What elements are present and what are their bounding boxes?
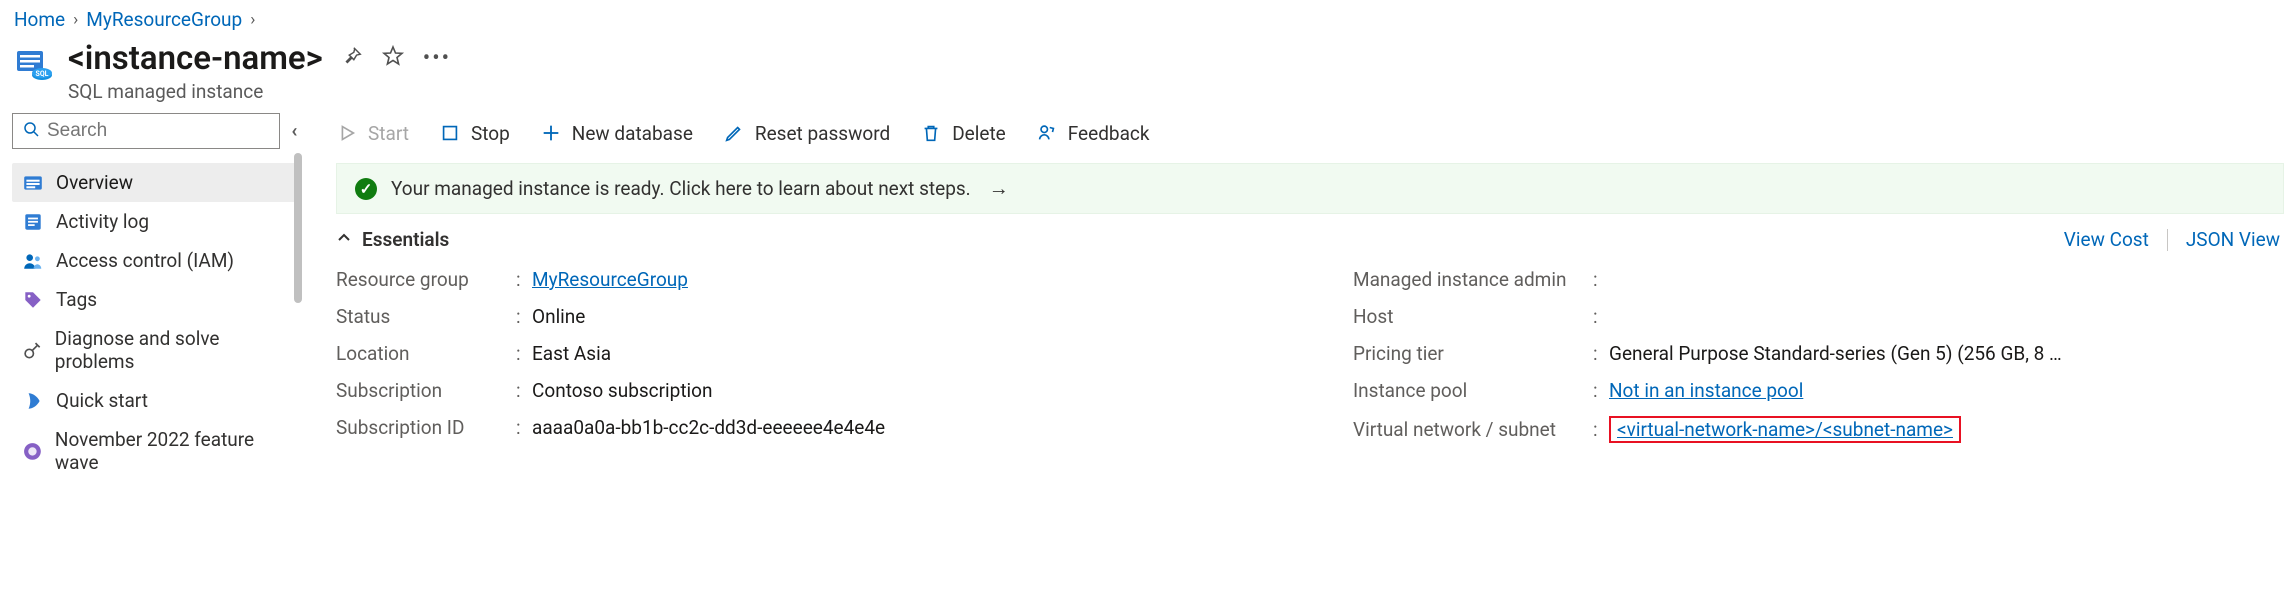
location-value: East Asia (532, 342, 611, 365)
reset-password-button[interactable]: Reset password (723, 122, 890, 145)
prop-label: Host (1353, 305, 1593, 328)
feedback-icon (1036, 122, 1058, 144)
pricing-tier-value: General Purpose Standard-series (Gen 5) … (1609, 342, 2062, 365)
pin-icon[interactable] (341, 45, 363, 73)
start-button: Start (336, 122, 409, 145)
prop-label: Subscription (336, 379, 516, 402)
button-label: Feedback (1068, 122, 1150, 145)
banner-text: Your managed instance is ready. Click he… (391, 177, 971, 200)
more-icon[interactable]: ••• (423, 46, 451, 71)
ready-banner[interactable]: ✓ Your managed instance is ready. Click … (336, 163, 2284, 214)
resource-group-link[interactable]: MyResourceGroup (532, 268, 688, 291)
essentials-title: Essentials (362, 228, 449, 251)
sql-managed-instance-icon: SQL (14, 45, 54, 85)
button-label: Reset password (755, 122, 890, 145)
sidebar-item-tags[interactable]: Tags (12, 280, 300, 319)
success-check-icon: ✓ (355, 178, 377, 200)
quick-start-icon (22, 390, 44, 412)
prop-label: Virtual network / subnet (1353, 418, 1593, 441)
status-value: Online (532, 305, 585, 328)
main-pane: Start Stop New database Reset password (300, 109, 2290, 603)
sidebar-item-label: Diagnose and solve problems (55, 327, 290, 373)
instance-pool-link[interactable]: Not in an instance pool (1609, 379, 1803, 402)
sidebar-item-label: Access control (IAM) (56, 249, 234, 272)
play-icon (336, 122, 358, 144)
command-bar: Start Stop New database Reset password (336, 109, 2290, 157)
diagnose-icon (22, 339, 43, 361)
feedback-button[interactable]: Feedback (1036, 122, 1150, 145)
essentials-grid: Resource group : MyResourceGroup Status … (336, 261, 2290, 450)
prop-label: Managed instance admin (1353, 268, 1593, 291)
arrow-right-icon: → (989, 176, 1009, 201)
delete-button[interactable]: Delete (920, 122, 1006, 145)
stop-icon (439, 122, 461, 144)
prop-label: Location (336, 342, 516, 365)
subscription-value: Contoso subscription (532, 379, 713, 402)
resource-type-label: SQL managed instance (68, 80, 451, 103)
new-database-button[interactable]: New database (540, 122, 693, 145)
sidebar-item-diagnose[interactable]: Diagnose and solve problems (12, 319, 300, 381)
button-label: New database (572, 122, 693, 145)
sidebar-item-access-control[interactable]: Access control (IAM) (12, 241, 300, 280)
subscription-id-value: aaaa0a0a-bb1b-cc2c-dd3d-eeeeee4e4e4e (532, 416, 885, 439)
button-label: Stop (471, 122, 510, 145)
tags-icon (22, 289, 44, 311)
button-label: Delete (952, 122, 1006, 145)
essentials-toggle[interactable]: Essentials (336, 228, 449, 251)
sidebar-item-feature-wave[interactable]: November 2022 feature wave (12, 420, 300, 482)
breadcrumb: Home › MyResourceGroup › (0, 0, 2290, 35)
chevron-right-icon: › (73, 10, 78, 30)
sidebar-item-label: November 2022 feature wave (55, 428, 290, 474)
breadcrumb-resourcegroup[interactable]: MyResourceGroup (86, 8, 242, 31)
sidebar-item-label: Activity log (56, 210, 149, 233)
chevron-up-icon (336, 228, 352, 251)
overview-icon (22, 172, 44, 194)
star-icon[interactable] (381, 44, 405, 74)
sidebar-item-label: Overview (56, 171, 133, 194)
prop-label: Status (336, 305, 516, 328)
sidebar-item-activity-log[interactable]: Activity log (12, 202, 300, 241)
search-input[interactable] (47, 120, 269, 142)
prop-label: Instance pool (1353, 379, 1593, 402)
json-view-link[interactable]: JSON View (2186, 228, 2280, 251)
prop-label: Resource group (336, 268, 516, 291)
prop-label: Pricing tier (1353, 342, 1593, 365)
sidebar-item-overview[interactable]: Overview (12, 163, 300, 202)
svg-text:SQL: SQL (36, 70, 49, 78)
divider (2167, 229, 2168, 251)
button-label: Start (368, 122, 409, 145)
chevron-right-icon: › (250, 10, 255, 30)
sidebar-item-label: Tags (56, 288, 97, 311)
pencil-icon (723, 122, 745, 144)
vnet-subnet-link[interactable]: <virtual-network-name>/<subnet-name> (1617, 418, 1953, 441)
sidebar-item-label: Quick start (56, 389, 148, 412)
feature-wave-icon (22, 440, 43, 462)
prop-label: Subscription ID (336, 416, 516, 439)
search-icon (23, 121, 39, 142)
stop-button[interactable]: Stop (439, 122, 510, 145)
breadcrumb-home[interactable]: Home (14, 8, 65, 31)
access-control-icon (22, 250, 44, 272)
sidebar-search[interactable] (12, 113, 280, 149)
sidebar-item-quick-start[interactable]: Quick start (12, 381, 300, 420)
view-cost-link[interactable]: View Cost (2064, 228, 2149, 251)
page-title: <instance-name> (68, 39, 323, 78)
trash-icon (920, 122, 942, 144)
activity-log-icon (22, 211, 44, 233)
page-header: SQL <instance-name> ••• SQL managed inst… (0, 35, 2290, 109)
vnet-highlight: <virtual-network-name>/<subnet-name> (1609, 416, 1961, 443)
sidebar: ‹‹ Overview Activity log Access control … (0, 109, 300, 603)
plus-icon (540, 122, 562, 144)
